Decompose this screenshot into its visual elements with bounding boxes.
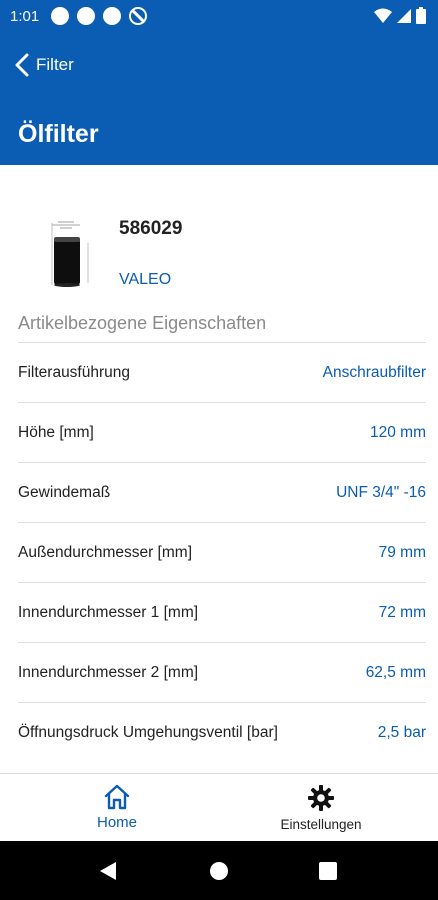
nav-settings[interactable]: Einstellungen [262, 774, 380, 842]
notification-dot-icon [51, 7, 70, 25]
property-value: Anschraubfilter [322, 363, 426, 381]
property-value: 2,5 bar [377, 723, 426, 741]
article-number: 586029 [119, 218, 183, 239]
recents-square-icon[interactable] [318, 861, 338, 881]
notification-dot-icon [77, 7, 96, 25]
product-detail: 586029 VALEO Artikelbezogene Eigenschaft… [0, 165, 438, 773]
property-row: Innendurchmesser 1 [mm] 72 mm [18, 582, 426, 642]
property-label: Filterausführung [18, 363, 131, 381]
back-label: Filter [36, 55, 74, 74]
property-value: UNF 3/4" -16 [336, 483, 426, 501]
home-circle-icon[interactable] [209, 861, 229, 881]
nav-home-label: Home [96, 814, 137, 831]
property-row: Innendurchmesser 2 [mm] 62,5 mm [18, 642, 426, 702]
property-value: 72 mm [378, 603, 426, 621]
bottom-navigation: Home Einstellungen [0, 773, 438, 842]
app-bar: Filter Ölfilter [0, 32, 438, 165]
system-status-icons [374, 7, 426, 24]
home-icon [104, 784, 130, 810]
property-value: 62,5 mm [365, 663, 426, 681]
property-label: Gewindemaß [18, 483, 111, 501]
property-label: Innendurchmesser 2 [mm] [18, 663, 199, 681]
property-row: Filterausführung Anschraubfilter [18, 342, 426, 402]
property-label: Höhe [mm] [18, 423, 94, 441]
property-value: 79 mm [378, 543, 426, 561]
status-bar: 1:01 [0, 0, 438, 32]
nav-home[interactable]: Home [80, 774, 154, 842]
back-button[interactable]: Filter [14, 48, 74, 82]
gear-icon [308, 785, 334, 811]
property-row: Öffnungsdruck Umgehungsventil [bar] 2,5 … [18, 702, 426, 762]
page-title: Ölfilter [18, 120, 99, 148]
notification-icons [51, 7, 148, 25]
chevron-left-icon [15, 53, 29, 77]
property-label: Innendurchmesser 1 [mm] [18, 603, 199, 621]
property-row: Gewindemaß UNF 3/4" -16 [18, 462, 426, 522]
section-title: Artikelbezogene Eigenschaften [18, 313, 267, 333]
property-row: Höhe [mm] 120 mm [18, 402, 426, 462]
property-label: Öffnungsdruck Umgehungsventil [bar] [18, 723, 278, 741]
do-not-disturb-icon [129, 7, 148, 25]
nav-settings-label: Einstellungen [280, 817, 362, 832]
brand-link[interactable]: VALEO [119, 271, 171, 289]
notification-dot-icon [103, 7, 122, 25]
signal-icon [397, 8, 411, 23]
properties-table: Filterausführung Anschraubfilter Höhe [m… [18, 342, 426, 762]
back-triangle-icon[interactable] [98, 861, 118, 881]
system-navigation-bar [0, 841, 438, 900]
product-image[interactable] [40, 215, 100, 295]
property-value: 120 mm [370, 423, 426, 441]
property-row: Außendurchmesser [mm] 79 mm [18, 522, 426, 582]
property-label: Außendurchmesser [mm] [18, 543, 192, 561]
status-time: 1:01 [10, 7, 40, 25]
battery-icon [416, 7, 426, 24]
wifi-icon [374, 8, 392, 23]
